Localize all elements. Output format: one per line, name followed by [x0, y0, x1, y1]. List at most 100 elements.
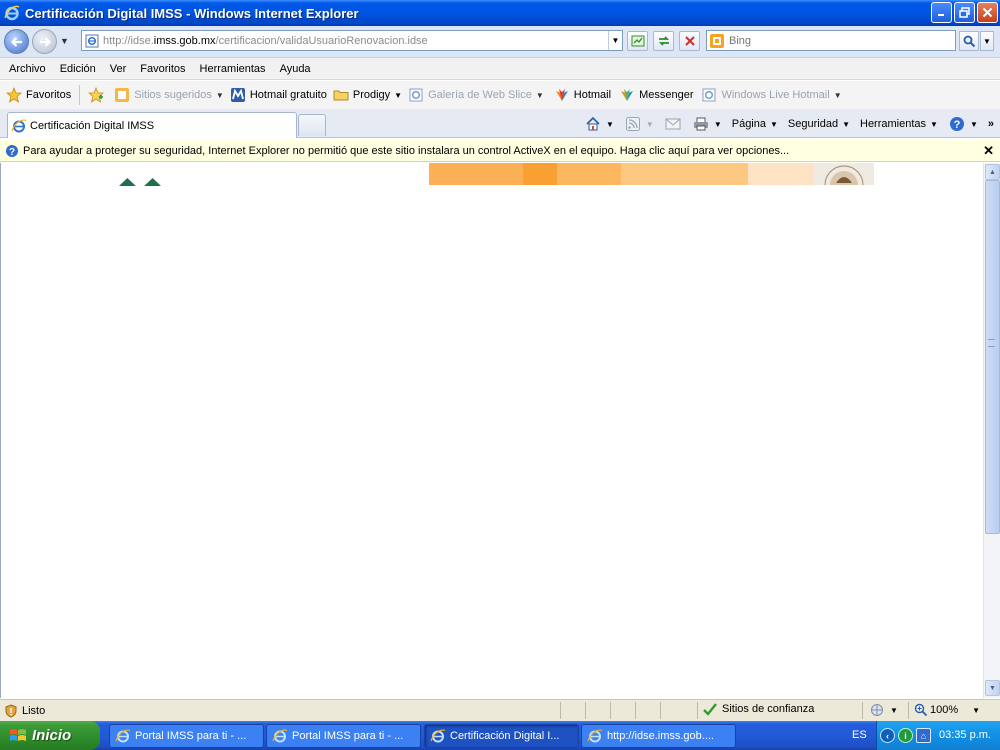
information-bar[interactable]: ? Para ayudar a proteger su seguridad, I… [0, 140, 1000, 162]
home-button[interactable]: ▼ [584, 116, 614, 132]
banner-strip [523, 163, 557, 185]
ie-taskbar-icon [430, 729, 446, 743]
scroll-up-icon[interactable]: ▲ [985, 164, 1000, 180]
menu-ayuda[interactable]: Ayuda [273, 63, 318, 75]
read-mail-button[interactable] [664, 116, 682, 132]
tab-bar: Certificación Digital IMSS ▼ ▼ ▼ Página … [0, 109, 1000, 138]
tray-info-icon[interactable]: i [898, 728, 913, 743]
internet-explorer-icon [4, 5, 20, 21]
banner-strip [557, 163, 621, 185]
close-window-button[interactable] [977, 2, 998, 23]
ie-taskbar-icon [115, 729, 131, 743]
language-indicator[interactable]: ES [852, 729, 867, 741]
search-input[interactable] [729, 34, 949, 47]
menu-archivo[interactable]: Archivo [0, 63, 53, 75]
search-options-dropdown[interactable]: ▼ [980, 31, 994, 51]
refresh-button[interactable] [653, 31, 674, 51]
restore-button[interactable] [954, 2, 975, 23]
fav-hotmail-gratuito-label: Hotmail gratuito [249, 89, 327, 101]
fav-galeria-label: Galería de Web Slice [428, 89, 532, 101]
compatibility-view-button[interactable] [627, 31, 648, 51]
safety-menu-label: Seguridad [787, 118, 839, 130]
help-button[interactable]: ? ▼ [948, 116, 978, 132]
status-divider [660, 702, 661, 719]
back-button[interactable] [4, 29, 29, 54]
address-url: http://idse.imss.gob.mx/certificacion/va… [103, 34, 428, 47]
menu-favoritos[interactable]: Favoritos [133, 63, 192, 75]
fav-prodigy[interactable]: Prodigy ▼ [333, 87, 402, 103]
vertical-scrollbar[interactable]: ▲ ▼ [983, 163, 1000, 698]
zoom-control[interactable]: 100% ▼ [914, 703, 980, 717]
menu-edicion[interactable]: Edición [53, 63, 103, 75]
feeds-button[interactable]: ▼ [624, 116, 654, 132]
fav-windows-live-hotmail[interactable]: Windows Live Hotmail ▼ [701, 87, 842, 103]
menu-herramientas[interactable]: Herramientas [193, 63, 273, 75]
tools-menu-button[interactable]: Herramientas ▼ [860, 118, 938, 130]
taskbar-item-active[interactable]: Certificación Digital I... [424, 724, 579, 748]
globe-icon [871, 704, 883, 716]
status-text: Listo [22, 704, 46, 717]
rss-feed-icon [624, 116, 642, 132]
add-to-favorites-bar-button[interactable] [88, 87, 108, 103]
favorites-button[interactable]: Favoritos [6, 87, 71, 103]
tray-network-icon[interactable]: ⌂ [916, 728, 931, 743]
taskbar-item[interactable]: http://idse.imss.gob.... [581, 724, 736, 748]
ie-page-icon [408, 87, 424, 103]
search-box[interactable] [706, 30, 956, 51]
page-menu-button[interactable]: Página ▼ [732, 118, 778, 130]
address-dropdown-icon[interactable]: ▼ [608, 31, 622, 50]
address-field[interactable]: http://idse.imss.gob.mx/certificacion/va… [81, 30, 623, 51]
scroll-down-icon[interactable]: ▼ [985, 680, 1000, 696]
protected-mode-button[interactable]: ▼ [870, 703, 898, 717]
page-menu-label: Página [731, 118, 766, 130]
restore-icon [959, 7, 970, 18]
new-tab-button[interactable] [298, 114, 326, 136]
tab-certificacion-digital[interactable]: Certificación Digital IMSS [7, 112, 297, 138]
window-controls [931, 2, 998, 23]
fav-windows-live-hotmail-label: Windows Live Hotmail [721, 89, 830, 101]
scrollbar-thumb[interactable] [985, 180, 1000, 534]
safety-menu-button[interactable]: Seguridad ▼ [788, 118, 850, 130]
clock: 03:35 p.m. [939, 729, 991, 741]
fav-galeria-web-slice[interactable]: Galería de Web Slice ▼ [408, 87, 544, 103]
fav-messenger[interactable]: Messenger [619, 87, 693, 103]
chevron-down-icon: ▼ [890, 705, 898, 715]
windows-live-butterfly-icon [554, 87, 570, 103]
taskbar-item-label: http://idse.imss.gob.... [607, 730, 714, 742]
taskbar: Inicio Portal IMSS para ti - ... Portal … [0, 721, 1000, 750]
system-tray: ‹ i ⌂ 03:35 p.m. [876, 721, 1000, 750]
more-commands-chevron-icon[interactable]: » [988, 118, 994, 130]
chevron-down-icon: ▼ [770, 119, 778, 129]
ie-page-icon [701, 87, 717, 103]
taskbar-item[interactable]: Portal IMSS para ti - ... [266, 724, 421, 748]
navigation-bar: ▼ http://idse.imss.gob.mx/certificacion/… [0, 26, 1000, 58]
menu-ver[interactable]: Ver [103, 63, 134, 75]
taskbar-item[interactable]: Portal IMSS para ti - ... [109, 724, 264, 748]
fav-hotmail-gratuito[interactable]: Hotmail gratuito [230, 87, 327, 103]
chevron-down-icon: ▼ [930, 119, 938, 129]
print-button[interactable]: ▼ [692, 116, 722, 132]
bing-icon [710, 33, 724, 48]
stop-button[interactable] [679, 31, 700, 51]
start-button[interactable]: Inicio [0, 721, 100, 750]
window-title: Certificación Digital IMSS - Windows Int… [25, 5, 359, 21]
banner-strip [429, 163, 523, 185]
recent-pages-dropdown[interactable]: ▼ [60, 36, 69, 46]
fav-prodigy-label: Prodigy [352, 89, 391, 101]
chevron-down-icon: ▼ [713, 119, 722, 129]
mail-icon [664, 116, 682, 132]
status-divider [560, 702, 561, 719]
forward-button[interactable] [32, 29, 57, 54]
svg-text:?: ? [954, 119, 961, 131]
security-zone[interactable]: Sitios de confianza [702, 702, 814, 716]
favorites-star-icon [6, 87, 22, 103]
search-button[interactable] [959, 31, 979, 51]
checkmark-icon [703, 703, 717, 716]
minimize-button[interactable] [931, 2, 952, 23]
status-divider [908, 702, 909, 719]
tray-chevron-left-icon[interactable]: ‹ [880, 728, 895, 743]
fav-hotmail[interactable]: Hotmail [554, 87, 611, 103]
fav-sitios-sugeridos[interactable]: Sitios sugeridos ▼ [114, 87, 224, 103]
close-information-bar-icon[interactable]: ✕ [983, 143, 994, 159]
tools-menu-label: Herramientas [860, 118, 927, 130]
